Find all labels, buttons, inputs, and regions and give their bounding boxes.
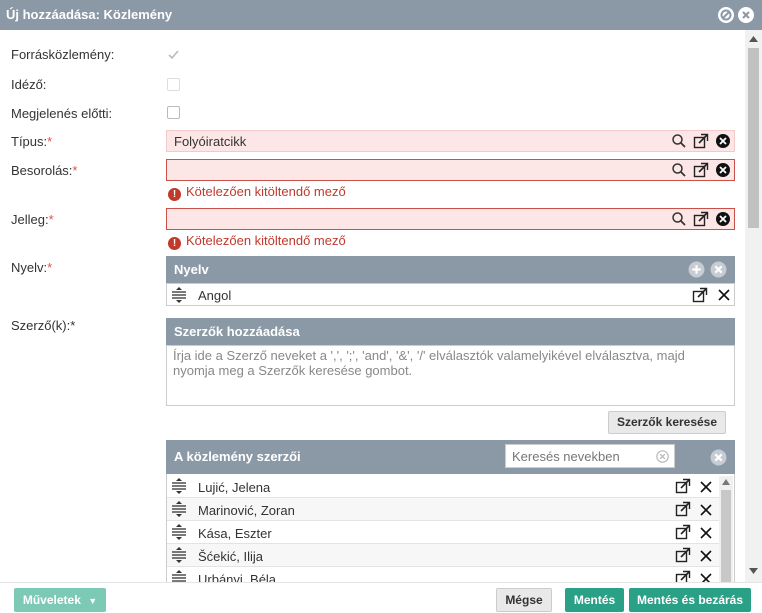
authors-textarea-placeholder: Írja ide a Szerző neveket a ',', ';', 'a…	[173, 348, 685, 378]
open-external-icon[interactable]	[675, 547, 691, 563]
dialog-scroll-thumb[interactable]	[748, 48, 759, 228]
remove-icon[interactable]	[700, 527, 712, 539]
save-and-close-button[interactable]: Mentés és bezárás	[629, 588, 751, 612]
scroll-up-icon[interactable]	[749, 36, 758, 42]
open-external-icon[interactable]	[675, 478, 691, 494]
authors-scroll-thumb[interactable]	[721, 490, 731, 582]
error-icon: !	[168, 188, 181, 201]
table-row: Kása, Eszter	[167, 521, 720, 544]
open-external-icon[interactable]	[675, 524, 691, 540]
open-external-icon[interactable]	[692, 287, 708, 303]
cited-label: Idéző:	[11, 77, 47, 92]
authors-textarea[interactable]: Írja ide a Szerző neveket a ',', ';', 'a…	[166, 345, 735, 406]
author-search-input[interactable]	[506, 445, 656, 467]
nature-label: Jelleg:*	[11, 212, 54, 227]
actions-label: Műveletek	[22, 593, 81, 607]
drag-handle-icon[interactable]	[171, 478, 187, 494]
author-name: Marinović, Zoran	[198, 503, 295, 518]
drag-handle-icon[interactable]	[171, 570, 187, 582]
open-external-icon[interactable]	[693, 211, 709, 227]
remove-all-icon[interactable]	[710, 261, 727, 278]
remove-icon[interactable]	[700, 573, 712, 582]
error-icon: !	[168, 237, 181, 250]
save-button[interactable]: Mentés	[565, 588, 624, 612]
table-row: Marinović, Zoran	[167, 498, 720, 521]
remove-all-icon[interactable]	[710, 449, 727, 466]
remove-icon[interactable]	[700, 504, 712, 516]
cited-checkbox	[167, 78, 180, 91]
search-icon[interactable]	[671, 211, 687, 227]
search-icon[interactable]	[671, 133, 687, 149]
dialog-title: Új hozzáadása: Közlemény	[6, 7, 173, 22]
authors-panel-title: A közlemény szerzői	[174, 449, 301, 464]
chevron-down-icon: ▼	[88, 596, 98, 606]
author-name: Lujić, Jelena	[198, 480, 271, 495]
open-external-icon[interactable]	[693, 133, 709, 149]
dialog-titlebar: Új hozzáadása: Közlemény	[0, 0, 762, 30]
type-value: Folyóiratcikk	[174, 134, 247, 149]
scroll-down-icon[interactable]	[749, 568, 758, 574]
open-external-icon[interactable]	[693, 162, 709, 178]
minimize-icon[interactable]	[718, 7, 734, 23]
add-authors-title: Szerzők hozzáadása	[174, 324, 300, 339]
drag-handle-icon[interactable]	[171, 287, 187, 303]
actions-dropdown-button[interactable]: Műveletek ▼	[14, 588, 106, 612]
table-row: Lujić, Jelena	[167, 475, 720, 498]
source-label: Forrásközlemény:	[11, 47, 115, 62]
authors-list: Lujić, Jelena Marinović, Zoran Kása, Esz…	[166, 474, 735, 582]
clear-icon[interactable]	[715, 211, 731, 227]
open-external-icon[interactable]	[675, 501, 691, 517]
dialog-window: Új hozzáadása: Közlemény Forrásközlemény…	[0, 0, 762, 613]
classification-lookup-field[interactable]	[166, 159, 735, 181]
clear-search-icon[interactable]	[656, 450, 669, 463]
language-label: Nyelv:*	[11, 260, 53, 275]
dialog-scrollbar[interactable]	[745, 30, 762, 582]
classification-label: Besorolás:*	[11, 163, 78, 178]
add-icon[interactable]	[688, 261, 705, 278]
authors-label: Szerző(k):*	[11, 318, 76, 333]
remove-icon[interactable]	[700, 481, 712, 493]
type-label: Típus:*	[11, 134, 53, 149]
add-authors-header: Szerzők hozzáadása	[166, 318, 735, 345]
source-checkbox	[167, 48, 180, 61]
classification-error: ! Kötelezően kitöltendő mező	[168, 184, 346, 201]
remove-icon[interactable]	[700, 550, 712, 562]
table-row: Šćekić, Ilija	[167, 544, 720, 567]
authors-scrollbar[interactable]	[719, 476, 733, 582]
search-icon[interactable]	[671, 162, 687, 178]
author-name: Šćekić, Ilija	[198, 549, 264, 564]
drag-handle-icon[interactable]	[171, 547, 187, 563]
author-name: Urbányi, Béla	[198, 572, 277, 582]
drag-handle-icon[interactable]	[171, 524, 187, 540]
dialog-footer: Műveletek ▼ Mégse Mentés Mentés és bezár…	[0, 582, 762, 613]
open-external-icon[interactable]	[675, 570, 691, 582]
drag-handle-icon[interactable]	[171, 501, 187, 517]
clear-icon[interactable]	[715, 133, 731, 149]
language-row: Angol	[166, 283, 735, 306]
form-content: Forrásközlemény: Idéző: Megjelenés előtt…	[0, 30, 745, 582]
table-row: Urbányi, Béla	[167, 567, 720, 582]
scroll-up-icon[interactable]	[722, 479, 730, 485]
clear-icon[interactable]	[715, 162, 731, 178]
remove-icon[interactable]	[718, 289, 730, 301]
nature-lookup-field[interactable]	[166, 208, 735, 230]
author-name: Kása, Eszter	[198, 526, 272, 541]
preview-label: Megjelenés előtti:	[11, 106, 113, 121]
language-value: Angol	[198, 288, 232, 303]
close-icon[interactable]	[738, 7, 754, 23]
type-lookup-field[interactable]: Folyóiratcikk	[166, 130, 735, 152]
author-search-box[interactable]	[505, 444, 675, 468]
language-panel-title: Nyelv	[174, 262, 209, 277]
language-panel-header: Nyelv	[166, 256, 735, 283]
cancel-button[interactable]: Mégse	[496, 588, 552, 612]
preview-checkbox[interactable]	[167, 106, 180, 119]
nature-error: ! Kötelezően kitöltendő mező	[168, 233, 346, 250]
search-authors-button[interactable]: Szerzők keresése	[608, 411, 726, 434]
